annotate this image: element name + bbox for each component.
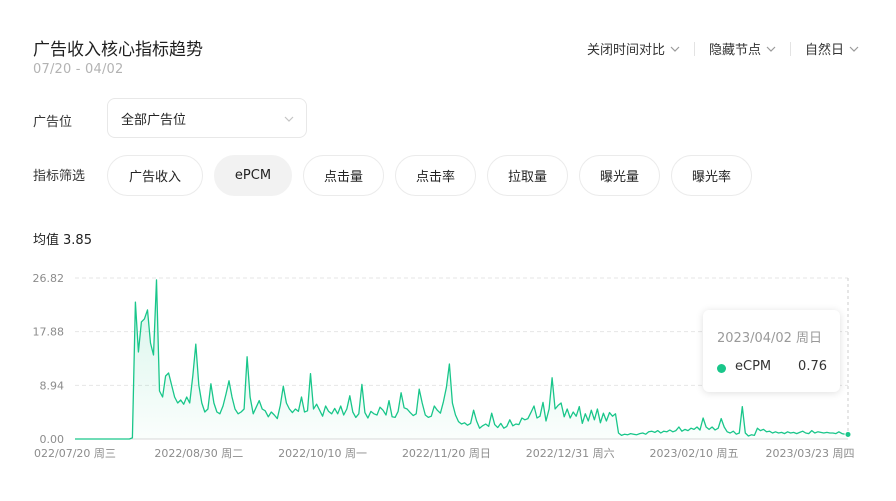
hide-nodes-label: 隐藏节点 bbox=[708, 43, 761, 58]
tooltip-series-name: eCPM bbox=[735, 359, 772, 374]
y-tick-label: 17.88 bbox=[33, 326, 65, 339]
metric-pill-revenue[interactable]: 广告收入 bbox=[107, 155, 203, 196]
placement-label: 广告位 bbox=[33, 115, 73, 130]
divider bbox=[693, 41, 695, 56]
tooltip-date: 2023/04/02 周日 bbox=[717, 331, 823, 346]
placement-select[interactable]: 全部广告位 bbox=[107, 98, 307, 138]
metric-pills: 广告收入 ePCM 点击量 点击率 拉取量 曝光量 曝光率 bbox=[107, 155, 752, 196]
metric-pill-requests[interactable]: 拉取量 bbox=[487, 155, 568, 196]
time-compare-label: 关闭时间对比 bbox=[586, 43, 665, 58]
y-tick-label: 26.82 bbox=[33, 272, 65, 285]
x-tick-label: 022/07/20 周三 bbox=[34, 447, 116, 460]
hover-point bbox=[844, 430, 852, 438]
chevron-down-icon bbox=[670, 46, 680, 52]
x-tick-label: 2022/11/20 周日 bbox=[402, 447, 491, 460]
granularity-label: 自然日 bbox=[804, 43, 844, 58]
x-tick-label: 2023/02/10 周五 bbox=[650, 447, 739, 460]
x-tick-label: 2022/10/10 周一 bbox=[278, 447, 367, 460]
chevron-down-icon bbox=[849, 46, 859, 52]
average-value: 3.85 bbox=[63, 233, 92, 248]
average-summary: 均值 3.85 bbox=[33, 229, 92, 248]
hide-nodes-toggle[interactable]: 隐藏节点 bbox=[709, 39, 776, 58]
metric-pill-impressions[interactable]: 曝光量 bbox=[579, 155, 660, 196]
chevron-down-icon bbox=[284, 116, 294, 122]
x-tick-label: 2022/08/30 周二 bbox=[154, 447, 243, 460]
metric-pill-impression-rate[interactable]: 曝光率 bbox=[671, 155, 752, 196]
placement-value: 全部广告位 bbox=[121, 112, 187, 128]
tooltip-value: 0.76 bbox=[798, 359, 827, 374]
date-range: 07/20 - 04/02 bbox=[33, 62, 124, 77]
metric-filter-label: 指标筛选 bbox=[33, 169, 86, 184]
metric-pill-clicks[interactable]: 点击量 bbox=[303, 155, 384, 196]
metric-pill-ctr[interactable]: 点击率 bbox=[395, 155, 476, 196]
series-dot-icon bbox=[717, 364, 726, 373]
divider bbox=[789, 41, 791, 56]
chart-tooltip: 2023/04/02 周日 eCPM 0.76 bbox=[703, 310, 840, 392]
granularity-select[interactable]: 自然日 bbox=[805, 39, 859, 58]
chevron-down-icon bbox=[766, 46, 776, 52]
top-controls: 关闭时间对比 隐藏节点 自然日 bbox=[587, 39, 859, 58]
metric-pill-epcm[interactable]: ePCM bbox=[214, 155, 292, 196]
chart-title: 广告收入核心指标趋势 bbox=[33, 40, 203, 60]
time-compare-toggle[interactable]: 关闭时间对比 bbox=[587, 39, 680, 58]
x-tick-label: 2023/03/23 周四 bbox=[766, 447, 855, 460]
y-tick-label: 0.00 bbox=[40, 433, 65, 446]
average-label: 均值 bbox=[33, 233, 60, 248]
x-tick-label: 2022/12/31 周六 bbox=[526, 447, 615, 460]
y-tick-label: 8.94 bbox=[40, 379, 65, 392]
